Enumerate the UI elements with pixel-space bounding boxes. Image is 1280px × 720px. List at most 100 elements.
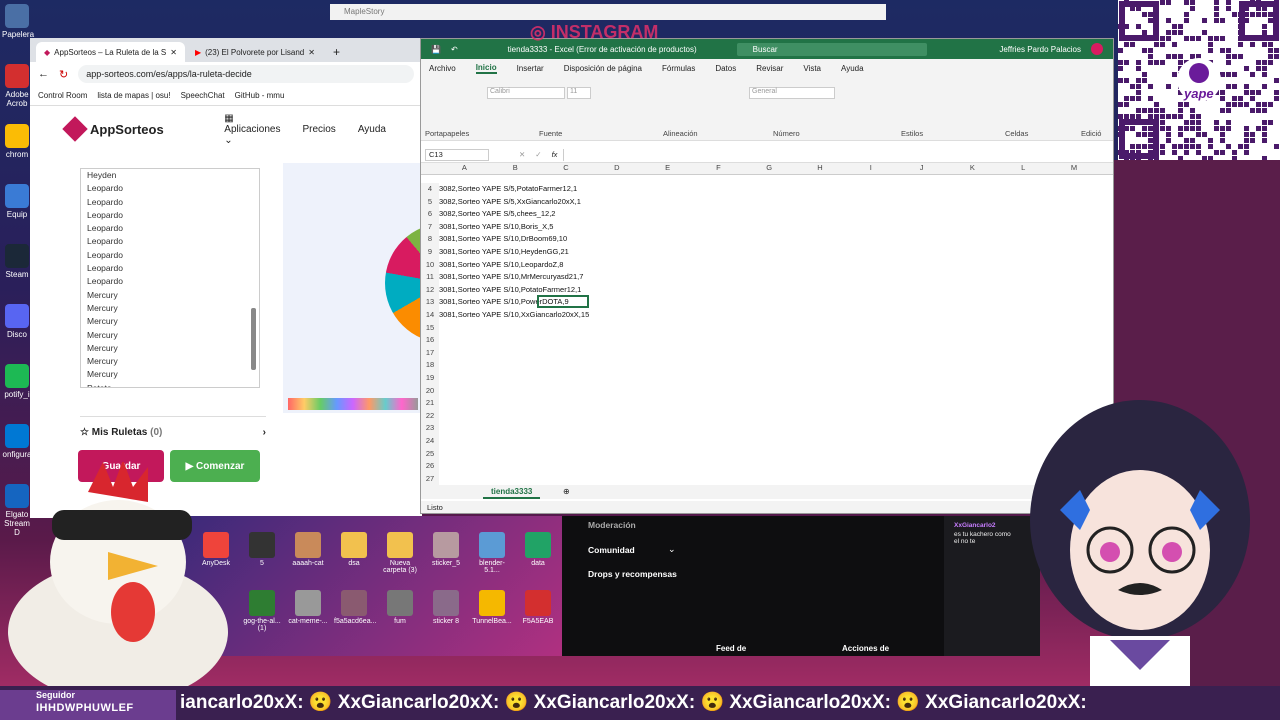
desktop-file-icon[interactable]: fum: [380, 590, 420, 625]
close-icon[interactable]: ✕: [308, 48, 315, 57]
table-row[interactable]: 7 3081,Sorteo YAPE S/10,Boris_X,5: [421, 220, 1113, 234]
menu-tab-vista[interactable]: Vista: [803, 64, 821, 73]
table-row[interactable]: 5 3082,Sorteo YAPE S/5,XxGiancarlo20xX,1: [421, 195, 1113, 209]
tab-youtube[interactable]: ▶ (23) El Polvorete por Lisand ✕: [187, 42, 323, 62]
table-row[interactable]: 18: [421, 359, 1113, 372]
column-header[interactable]: K: [947, 163, 998, 172]
desktop-file-icon[interactable]: TunnelBea...: [472, 590, 512, 625]
column-header[interactable]: M: [1049, 163, 1100, 172]
nav-aplicaciones[interactable]: ▦ Aplicaciones ⌄: [224, 113, 280, 146]
desktop-icon[interactable]: chrom: [2, 124, 32, 159]
menu-tab-datos[interactable]: Datos: [715, 64, 736, 73]
desktop-file-icon[interactable]: aaaah-cat: [288, 532, 328, 567]
column-header[interactable]: H: [795, 163, 846, 172]
avatar[interactable]: [1091, 43, 1103, 55]
desktop-file-icon[interactable]: data: [518, 532, 558, 567]
row-number[interactable]: 22: [421, 409, 439, 423]
desktop-file-icon[interactable]: dsa: [334, 532, 374, 567]
maplestory-window-bar[interactable]: MapleStory: [330, 4, 886, 20]
desktop-icon[interactable]: onfigura: [2, 424, 32, 459]
desktop-icon[interactable]: Papelera: [2, 4, 34, 39]
column-header[interactable]: G: [744, 163, 795, 172]
column-header[interactable]: I: [845, 163, 896, 172]
column-header[interactable]: N: [1099, 163, 1113, 172]
tab-appsorteos[interactable]: ◆ AppSorteos – La Ruleta de la S ✕: [36, 42, 185, 62]
column-header[interactable]: B: [490, 163, 541, 172]
nav-ayuda[interactable]: Ayuda: [358, 124, 386, 135]
row-number[interactable]: 25: [421, 447, 439, 461]
menu-tab-f-rmulas[interactable]: Fórmulas: [662, 64, 695, 73]
table-row[interactable]: 15: [421, 321, 1113, 335]
row-number[interactable]: 20: [421, 384, 439, 398]
save-icon[interactable]: 💾: [431, 45, 441, 54]
desktop-icon[interactable]: Equip: [2, 184, 32, 219]
row-number[interactable]: 11: [421, 271, 439, 284]
names-scrollbar[interactable]: [251, 308, 256, 370]
column-header[interactable]: E: [642, 163, 693, 172]
function-icon[interactable]: fx: [552, 150, 558, 159]
table-row[interactable]: 24: [421, 435, 1113, 448]
bookmark-control-room[interactable]: Control Room: [38, 91, 87, 100]
menu-tab-insertar[interactable]: Insertar: [517, 64, 544, 73]
row-number[interactable]: 19: [421, 372, 439, 385]
row-number[interactable]: 4: [421, 183, 439, 196]
mis-ruletas-row[interactable]: ☆ Mis Ruletas (0) ›: [80, 416, 266, 438]
sheet-tab[interactable]: tienda3333: [483, 485, 541, 499]
row-number[interactable]: 7: [421, 220, 439, 234]
check-icon[interactable]: ✓: [535, 150, 541, 159]
row-number[interactable]: 14: [421, 309, 439, 322]
row-number[interactable]: 21: [421, 397, 439, 410]
row-number[interactable]: 27: [421, 472, 439, 486]
row-number[interactable]: 6: [421, 208, 439, 221]
nav-precios[interactable]: Precios: [302, 124, 335, 135]
formula-input[interactable]: [563, 148, 1113, 161]
desktop-icon[interactable]: Disco: [2, 304, 32, 339]
bookmark-github[interactable]: GitHub - mmu: [235, 91, 285, 100]
table-row[interactable]: 23: [421, 422, 1113, 435]
row-number[interactable]: 24: [421, 435, 439, 448]
back-icon[interactable]: ←: [38, 68, 49, 80]
close-icon[interactable]: ✕: [170, 48, 177, 57]
font-name-box[interactable]: Calibri: [487, 87, 565, 99]
table-row[interactable]: 17: [421, 346, 1113, 360]
desktop-file-icon[interactable]: Nueva carpeta (3): [380, 532, 420, 574]
selected-cell[interactable]: [537, 295, 589, 308]
bookmark-speechchat[interactable]: SpeechChat: [181, 91, 225, 100]
desktop-file-icon[interactable]: blender-5.1...: [472, 532, 512, 574]
names-textarea[interactable]: Heyden Leopardo Leopardo Leopardo Leopardo Le…: [80, 168, 260, 388]
row-number[interactable]: 13: [421, 296, 439, 309]
table-row[interactable]: 10 3081,Sorteo YAPE S/10,LeopardoZ,8: [421, 258, 1113, 272]
column-header[interactable]: A: [439, 163, 490, 172]
desktop-file-icon[interactable]: f5a5acd6ea...: [334, 590, 376, 625]
row-number[interactable]: 10: [421, 258, 439, 272]
table-row[interactable]: 6 3082,Sorteo YAPE S/5,chees_12,2: [421, 208, 1113, 221]
undo-icon[interactable]: ↶: [451, 45, 458, 54]
row-number[interactable]: 15: [421, 321, 439, 335]
row-number[interactable]: 18: [421, 359, 439, 372]
desktop-icon[interactable]: potify_i: [2, 364, 32, 399]
row-number[interactable]: 9: [421, 246, 439, 259]
table-row[interactable]: 19: [421, 372, 1113, 385]
table-row[interactable]: 21: [421, 397, 1113, 410]
table-row[interactable]: 16: [421, 334, 1113, 347]
menu-moderacion[interactable]: Moderación: [588, 520, 636, 530]
row-number[interactable]: 26: [421, 460, 439, 473]
column-header[interactable]: F: [693, 163, 744, 172]
spreadsheet-grid[interactable]: 4 3082,Sorteo YAPE S/5,PotatoFarmer12,1 5 3…: [421, 183, 1113, 486]
menu-drops[interactable]: Drops y recompensas: [588, 569, 677, 579]
desktop-file-icon[interactable]: sticker 8: [426, 590, 466, 625]
table-row[interactable]: 26: [421, 460, 1113, 473]
row-number[interactable]: 5: [421, 195, 439, 209]
table-row[interactable]: 12 3081,Sorteo YAPE S/10,PotatoFarmer12,1: [421, 283, 1113, 297]
column-header[interactable]: L: [998, 163, 1049, 172]
table-row[interactable]: 14 3081,Sorteo YAPE S/10,XxGiancarlo20xX,…: [421, 309, 1113, 322]
desktop-icon[interactable]: Steam: [2, 244, 32, 279]
desktop-icon[interactable]: Adobe Acrob: [2, 64, 32, 108]
desktop-file-icon[interactable]: 5: [242, 532, 282, 567]
excel-search[interactable]: Buscar: [736, 42, 927, 56]
cancel-icon[interactable]: ✕: [519, 150, 525, 159]
column-header[interactable]: C: [541, 163, 592, 172]
menu-tab-inicio[interactable]: Inicio: [475, 63, 497, 74]
row-number[interactable]: 12: [421, 283, 439, 297]
color-palette[interactable]: [288, 398, 418, 410]
